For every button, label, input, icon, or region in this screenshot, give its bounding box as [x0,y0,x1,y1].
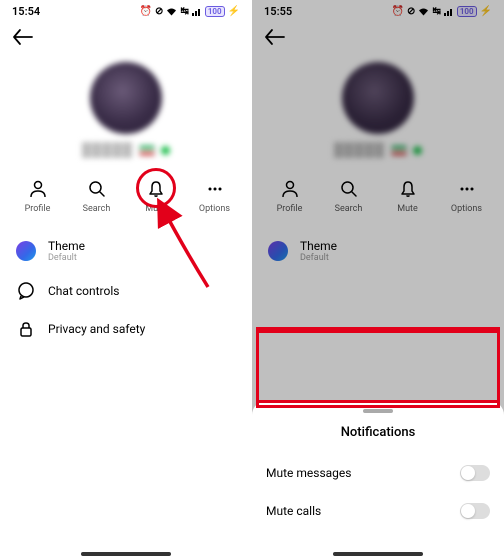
battery-icon: 100 [457,6,477,17]
charging-icon: ⚡ [480,6,492,17]
status-right: ⏰ ⊘ ↹ 100 ⚡ [140,6,240,17]
screen-notifications-sheet: 15:55 ⏰ ⊘ ↹ 100 ⚡ █████ [252,0,504,560]
status-time: 15:54 [12,5,40,18]
highlight-box-annotation [256,330,500,408]
avatar[interactable] [90,62,162,134]
charging-icon: ⚡ [228,6,240,17]
nfc-icon: ↹ [180,6,188,17]
mute-calls-label: Mute calls [266,504,321,518]
status-right: ⏰ ⊘ ↹ 100 ⚡ [392,6,492,17]
mute-calls-toggle[interactable] [460,503,490,519]
home-indicator[interactable] [333,552,423,556]
mute-messages-row[interactable]: Mute messages [252,454,504,492]
person-icon [27,178,49,200]
bell-icon [397,178,419,200]
profile-section: █████ [252,56,504,168]
battery-icon: 100 [205,6,225,17]
options-action: Options [442,178,492,214]
action-row: Profile Search Mute Options [252,168,504,228]
flag-icon [391,145,407,156]
alarm-icon: ⏰ [140,6,152,17]
flag-icon [139,145,155,156]
settings-list: Theme Default Chat controls Privacy and … [0,228,252,350]
sheet-title: Notifications [252,425,504,440]
sheet-handle[interactable] [363,409,393,413]
wifi-icon [418,7,429,16]
dnd-icon: ⊘ [407,6,415,17]
theme-item[interactable]: Theme Default [0,230,252,272]
person-icon [279,178,301,200]
home-indicator[interactable] [81,552,171,556]
status-time: 15:55 [264,5,292,18]
search-action: Search [324,178,374,214]
mute-action: Mute [383,178,433,214]
notifications-sheet: Notifications Mute messages Mute calls [252,401,504,560]
search-action[interactable]: Search [72,178,122,214]
search-icon [338,178,360,200]
online-status-icon [413,146,422,155]
search-icon [86,178,108,200]
mute-messages-toggle[interactable] [460,465,490,481]
username: █████ [334,142,385,158]
dnd-icon: ⊘ [155,6,163,17]
profile-action[interactable]: Profile [13,178,63,214]
chat-icon [16,281,36,301]
privacy-item[interactable]: Privacy and safety [0,310,252,348]
profile-action: Profile [265,178,315,214]
chat-controls-item[interactable]: Chat controls [0,272,252,310]
status-bar: 15:54 ⏰ ⊘ ↹ 100 ⚡ [0,0,252,22]
alarm-icon: ⏰ [392,6,404,17]
signal-icon [444,7,454,16]
mute-messages-label: Mute messages [266,466,351,480]
theme-icon [16,241,36,261]
nfc-icon: ↹ [432,6,440,17]
status-bar: 15:55 ⏰ ⊘ ↹ 100 ⚡ [252,0,504,22]
theme-item: Theme Default [252,230,504,272]
back-button[interactable] [12,28,34,46]
action-row: Profile Search Mute Options [0,168,252,228]
mute-calls-row[interactable]: Mute calls [252,492,504,530]
highlight-circle-annotation [136,168,176,208]
more-icon [456,178,478,200]
theme-icon [268,241,288,261]
username: █████ [82,142,133,158]
signal-icon [192,7,202,16]
wifi-icon [166,7,177,16]
avatar [342,62,414,134]
online-status-icon [161,146,170,155]
options-action[interactable]: Options [190,178,240,214]
more-icon [204,178,226,200]
mute-action[interactable]: Mute [131,178,181,214]
screen-settings: 15:54 ⏰ ⊘ ↹ 100 ⚡ █████ [0,0,252,560]
profile-section: █████ [0,56,252,168]
settings-list: Theme Default [252,228,504,274]
back-button[interactable] [264,28,286,46]
lock-icon [16,319,36,339]
